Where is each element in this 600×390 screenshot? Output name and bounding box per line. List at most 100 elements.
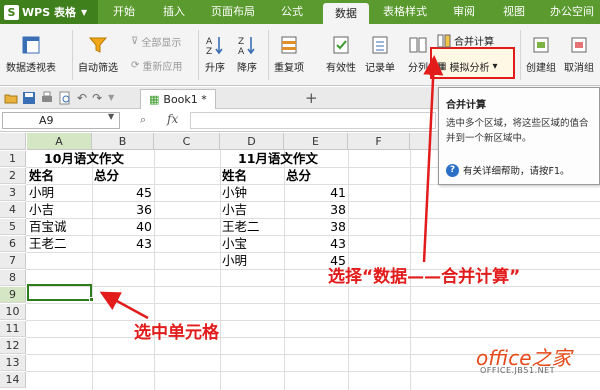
sort-ascending-icon: A Z xyxy=(206,37,223,56)
right-header-name[interactable]: 姓名 xyxy=(222,168,247,184)
column-header-f[interactable]: F xyxy=(348,133,410,150)
quick-access-bar: ↶ ↷ ▼ ▦ Book1 * + xyxy=(0,87,438,109)
svg-text:Z: Z xyxy=(238,37,244,47)
right-score-cell[interactable]: 43 xyxy=(286,236,346,252)
name-box[interactable]: A9 xyxy=(2,112,120,129)
annotation-select-data: 选择“数据——合并计算” xyxy=(328,267,521,287)
sort-descending-button[interactable]: Z A 降序 xyxy=(236,34,258,74)
app-menu-button[interactable]: S WPS 表格 ▼ xyxy=(0,0,98,24)
selected-cell-a9[interactable] xyxy=(27,284,92,301)
row-header[interactable]: 7 xyxy=(0,253,26,269)
row-header[interactable]: 12 xyxy=(0,338,26,354)
right-table-title[interactable]: 11月语文作文 xyxy=(238,151,318,167)
grid-line xyxy=(26,320,600,321)
undo-icon[interactable]: ↶ xyxy=(77,91,87,105)
reapply-label: 重新应用 xyxy=(142,62,183,73)
menu-item-home[interactable]: 开始 xyxy=(106,0,142,24)
spreadsheet-icon: ▦ xyxy=(149,93,160,106)
row-header[interactable]: 13 xyxy=(0,355,26,371)
left-name-cell[interactable]: 王老二 xyxy=(29,236,67,252)
validity-button[interactable]: 有效性 xyxy=(326,34,356,74)
menu-item-insert[interactable]: 插入 xyxy=(156,0,192,24)
split-column-button[interactable]: 分列 xyxy=(407,34,429,74)
row-header[interactable]: 6 xyxy=(0,236,26,252)
show-all-button[interactable]: ⊽ 全部显示 xyxy=(131,34,181,49)
right-score-cell[interactable]: 38 xyxy=(286,202,346,218)
split-column-label: 分列 xyxy=(408,63,428,74)
right-name-cell[interactable]: 王老二 xyxy=(222,219,260,235)
row-header[interactable]: 11 xyxy=(0,321,26,337)
record-form-button[interactable]: 记录单 xyxy=(365,34,395,74)
ungroup-button[interactable]: 取消组 xyxy=(564,34,594,74)
help-icon: ? xyxy=(446,163,459,177)
right-score-cell[interactable]: 41 xyxy=(286,185,346,201)
sort-ascending-label: 升序 xyxy=(205,63,225,74)
left-header-score[interactable]: 总分 xyxy=(94,168,119,184)
right-name-cell[interactable]: 小钟 xyxy=(222,185,247,201)
autofilter-button[interactable]: 自动筛选 xyxy=(78,34,118,74)
create-group-button[interactable]: 创建组 xyxy=(526,34,556,74)
sort-descending-label: 降序 xyxy=(237,63,257,74)
column-header-b[interactable]: B xyxy=(92,133,154,150)
menu-item-view[interactable]: 视图 xyxy=(496,0,532,24)
left-name-cell[interactable]: 小吉 xyxy=(29,202,54,218)
menu-item-table-style[interactable]: 表格样式 xyxy=(377,0,433,24)
chevron-down-icon: ▼ xyxy=(80,7,88,17)
column-header-e[interactable]: E xyxy=(284,133,348,150)
menu-item-formulas[interactable]: 公式 xyxy=(274,0,310,24)
row-header[interactable]: 8 xyxy=(0,270,26,286)
column-header-a[interactable]: A xyxy=(27,133,92,150)
duplicates-button[interactable]: 重复项 xyxy=(274,34,304,74)
menu-item-office-space[interactable]: 办公空间 xyxy=(544,0,600,24)
row-header[interactable]: 3 xyxy=(0,185,26,201)
right-name-cell[interactable]: 小明 xyxy=(222,253,247,269)
formula-input[interactable] xyxy=(190,112,436,129)
select-all-corner[interactable] xyxy=(0,133,26,150)
right-header-score[interactable]: 总分 xyxy=(286,168,311,184)
menu-item-page-layout[interactable]: 页面布局 xyxy=(205,0,261,24)
right-score-cell[interactable]: 38 xyxy=(286,219,346,235)
ungroup-label: 取消组 xyxy=(564,63,594,74)
new-tab-icon[interactable]: + xyxy=(305,87,318,109)
column-header-c[interactable]: C xyxy=(154,133,220,150)
chevron-down-icon[interactable]: ▼ xyxy=(108,93,114,102)
function-icon[interactable]: fx xyxy=(167,112,178,126)
left-name-cell[interactable]: 小明 xyxy=(29,185,54,201)
consolidate-button[interactable]: 合并计算 xyxy=(437,33,494,48)
row-header[interactable]: 4 xyxy=(0,202,26,218)
left-score-cell[interactable]: 40 xyxy=(94,219,152,235)
arrow-to-cell xyxy=(99,291,149,320)
row-header[interactable]: 14 xyxy=(0,372,26,388)
left-score-cell[interactable]: 45 xyxy=(94,185,152,201)
chevron-down-icon[interactable]: ▼ xyxy=(108,112,114,121)
tooltip-help: ? 有关详细帮助，请按F1。 xyxy=(446,163,570,177)
sort-ascending-button[interactable]: A Z 升序 xyxy=(204,34,226,74)
fill-handle[interactable] xyxy=(89,297,94,302)
record-form-label: 记录单 xyxy=(365,63,395,74)
left-name-cell[interactable]: 百宝诚 xyxy=(29,219,67,235)
left-score-cell[interactable]: 36 xyxy=(94,202,152,218)
save-icon[interactable] xyxy=(22,91,36,105)
right-name-cell[interactable]: 小宝 xyxy=(222,236,247,252)
what-if-analysis-button[interactable]: ▦ 模拟分析 ▾ xyxy=(437,59,497,74)
row-header[interactable]: 9 xyxy=(0,287,26,303)
open-folder-icon[interactable] xyxy=(4,91,18,105)
zoom-icon[interactable]: ⌕ xyxy=(140,113,146,127)
redo-icon[interactable]: ↷ xyxy=(92,91,102,105)
row-header[interactable]: 5 xyxy=(0,219,26,235)
column-header-d[interactable]: D xyxy=(220,133,284,150)
left-score-cell[interactable]: 43 xyxy=(94,236,152,252)
reapply-button[interactable]: ⟳ 重新应用 xyxy=(131,58,182,73)
document-tab[interactable]: ▦ Book1 * xyxy=(140,89,216,109)
pivot-table-button[interactable]: 数据透视表 xyxy=(6,34,56,74)
row-header[interactable]: 10 xyxy=(0,304,26,320)
row-header[interactable]: 2 xyxy=(0,168,26,184)
left-header-name[interactable]: 姓名 xyxy=(29,168,54,184)
left-table-title[interactable]: 10月语文作文 xyxy=(44,151,124,167)
menu-item-review[interactable]: 审阅 xyxy=(446,0,482,24)
print-icon[interactable] xyxy=(40,91,54,105)
right-name-cell[interactable]: 小吉 xyxy=(222,202,247,218)
row-header[interactable]: 1 xyxy=(0,151,26,167)
print-preview-icon[interactable] xyxy=(58,91,72,105)
menu-item-data[interactable]: 数据 xyxy=(323,3,369,24)
